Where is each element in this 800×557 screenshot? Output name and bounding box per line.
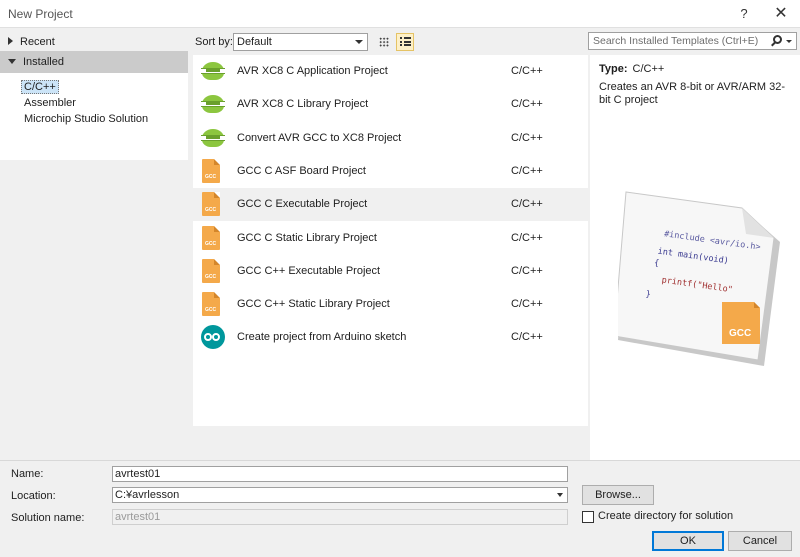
template-description: Creates an AVR 8-bit or AVR/ARM 32-bit C…: [599, 81, 786, 106]
installed-label: Installed: [23, 56, 64, 68]
expand-arrow-icon: [8, 37, 13, 46]
template-row[interactable]: AVR XC8 C Library Project C/C++: [193, 88, 588, 121]
tree-item-label: Microchip Studio Solution: [24, 113, 149, 125]
template-language: C/C++: [511, 231, 543, 244]
tree-item-label: Assembler: [24, 97, 76, 109]
grid-view-button[interactable]: [375, 33, 393, 51]
details-panel: Type: C/C++ Creates an AVR 8-bit or AVR/A…: [590, 55, 800, 460]
template-language: C/C++: [511, 198, 543, 211]
window-title: New Project: [8, 7, 73, 21]
gcc-file-icon: GCC: [201, 158, 225, 183]
template-row[interactable]: GCC GCC C++ Executable Project C/C++: [193, 255, 588, 288]
gcc-file-icon: GCC: [201, 192, 225, 217]
chevron-down-icon[interactable]: [557, 493, 563, 497]
template-row[interactable]: GCC GCC C Executable Project C/C++: [193, 188, 588, 222]
type-label: Type:: [599, 63, 628, 75]
template-name: GCC C ASF Board Project: [237, 164, 366, 177]
arduino-icon: [201, 325, 225, 350]
location-label: Location:: [11, 490, 56, 502]
gcc-badge-label: GCC: [729, 328, 751, 339]
search-icon[interactable]: [773, 35, 782, 44]
template-language: C/C++: [511, 164, 543, 177]
template-language: C/C++: [511, 131, 543, 144]
template-name: GCC C Executable Project: [237, 198, 368, 211]
title-bar: New Project ? ✕: [0, 0, 800, 28]
type-row: Type: C/C++: [599, 63, 664, 75]
ok-button[interactable]: OK: [652, 531, 724, 551]
chevron-down-icon: [355, 40, 363, 44]
template-language: C/C++: [511, 331, 543, 344]
gcc-file-icon: GCC: [201, 225, 225, 250]
gcc-file-icon: GCC: [201, 258, 225, 283]
template-name: GCC C++ Static Library Project: [237, 298, 390, 311]
create-directory-checkbox[interactable]: [582, 511, 594, 523]
recent-label: Recent: [20, 36, 55, 48]
solution-name-label: Solution name:: [11, 512, 85, 524]
template-language: C/C++: [511, 298, 543, 311]
template-name: GCC C Static Library Project: [237, 231, 377, 244]
installed-node[interactable]: Installed: [0, 51, 188, 73]
template-name: AVR XC8 C Library Project: [237, 98, 369, 111]
avr-xc8-icon: [201, 59, 225, 83]
template-name: Create project from Arduino sketch: [237, 331, 407, 344]
avr-xc8-icon: [201, 92, 225, 116]
template-language: C/C++: [511, 65, 543, 77]
template-row[interactable]: GCC GCC C ASF Board Project C/C++: [193, 155, 588, 188]
create-directory-label[interactable]: Create directory for solution: [598, 510, 733, 522]
help-button[interactable]: ?: [735, 5, 753, 23]
installed-tree: C/C++ Assembler Microchip Studio Solution: [0, 73, 188, 160]
sort-by-value: Default: [237, 36, 272, 48]
location-value: C:¥avrlesson: [115, 489, 180, 501]
search-box[interactable]: Search Installed Templates (Ctrl+E): [588, 32, 797, 50]
list-icon: [400, 37, 411, 48]
gcc-file-icon: GCC: [201, 292, 225, 317]
template-row[interactable]: GCC GCC C++ Static Library Project C/C++: [193, 288, 588, 321]
template-row[interactable]: Create project from Arduino sketch C/C++: [193, 321, 588, 354]
tree-item-label: C/C++: [21, 80, 59, 94]
template-language: C/C++: [511, 98, 543, 111]
avr-xc8-icon: [201, 126, 225, 150]
cancel-button[interactable]: Cancel: [728, 531, 792, 551]
template-name: AVR XC8 C Application Project: [237, 65, 388, 77]
template-toolbar: Sort by: Default: [193, 30, 588, 54]
close-button[interactable]: ✕: [772, 5, 790, 23]
template-name: Convert AVR GCC to XC8 Project: [237, 131, 402, 144]
gcc-badge-icon: GCC: [722, 302, 760, 344]
tree-item[interactable]: Microchip Studio Solution: [0, 111, 188, 127]
template-language: C/C++: [511, 264, 543, 277]
tree-item[interactable]: Assembler: [0, 95, 188, 111]
template-name: GCC C++ Executable Project: [237, 264, 381, 277]
template-row[interactable]: Convert AVR GCC to XC8 Project C/C++: [193, 122, 588, 155]
list-view-button[interactable]: [396, 33, 414, 51]
template-row[interactable]: GCC GCC C Static Library Project C/C++: [193, 222, 588, 255]
template-list: AVR XC8 C Application Project C/C++ AVR XC…: [193, 55, 588, 426]
grid-icon: [379, 37, 389, 47]
sort-by-label: Sort by:: [195, 36, 233, 48]
name-field[interactable]: avrtest01: [112, 466, 568, 482]
template-preview-image: #include <avr/io.h> int main(void) { pri…: [618, 191, 780, 366]
browse-button[interactable]: Browse...: [582, 485, 654, 505]
type-value: C/C++: [632, 63, 665, 75]
name-label: Name:: [11, 468, 44, 480]
recent-node[interactable]: Recent: [0, 32, 188, 52]
category-panel: Recent Installed C/C++ Assembler Microchip…: [0, 28, 190, 460]
template-row[interactable]: AVR XC8 C Application Project C/C++: [193, 55, 588, 88]
tree-item[interactable]: C/C++: [0, 79, 188, 95]
location-field[interactable]: C:¥avrlesson: [112, 487, 568, 503]
collapse-arrow-icon: [8, 58, 16, 64]
solution-name-field: avrtest01: [112, 509, 568, 525]
search-input[interactable]: Search Installed Templates (Ctrl+E): [593, 35, 758, 47]
project-form: Name: avrtest01 Location: C:¥avrlesson B…: [0, 460, 800, 557]
search-dropdown-icon[interactable]: [786, 40, 792, 43]
sort-by-select[interactable]: Default: [233, 33, 368, 51]
